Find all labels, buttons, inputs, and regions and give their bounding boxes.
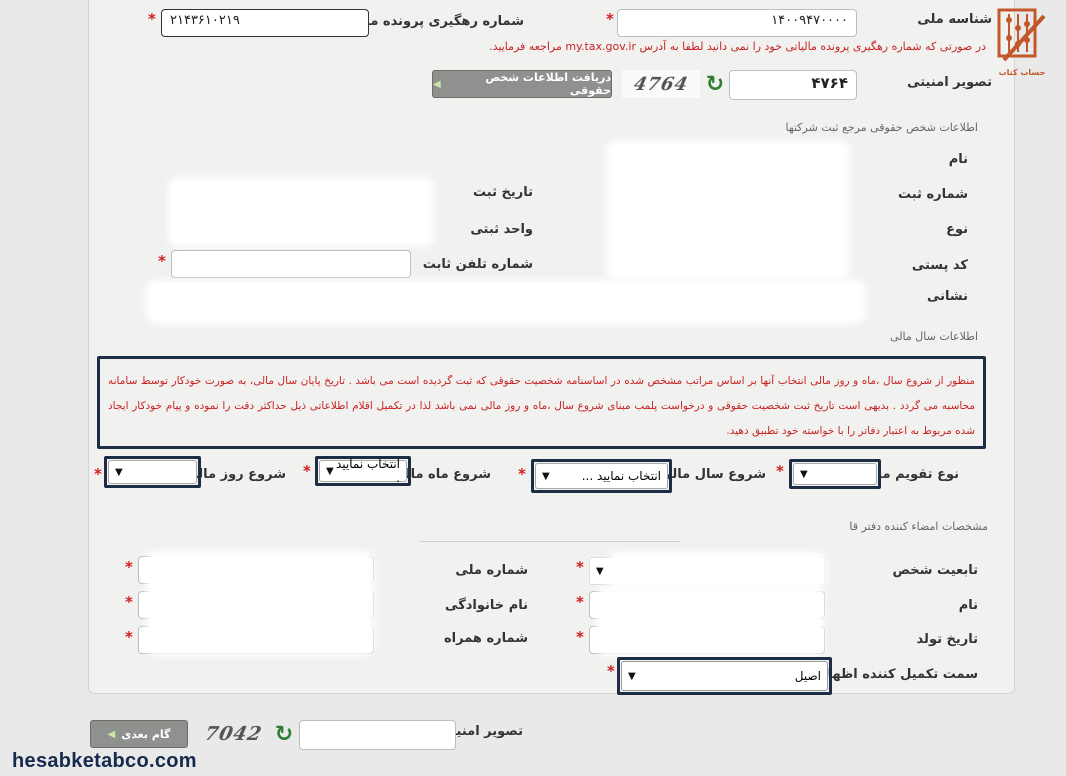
captcha-input[interactable]: ۴۷۶۴ — [729, 70, 857, 100]
national-id-field[interactable]: ۱۴۰۰۹۴۷۰۰۰۰ — [617, 9, 857, 37]
required-star: * — [125, 593, 133, 611]
fiscal-notice: منظور از شروع سال ،ماه و روز مالی انتخاب… — [97, 356, 986, 449]
signer-redacted — [600, 590, 820, 652]
legal-info-redacted — [610, 145, 846, 275]
national-id-label: شناسه ملی — [917, 12, 992, 27]
chevron-down-icon: ▼ — [115, 466, 123, 478]
first-name-label: نام — [958, 598, 978, 613]
required-star: * — [94, 465, 102, 483]
last-name-label: نام خانوادگی — [445, 598, 528, 613]
site-watermark: hesabketabco.com — [12, 750, 197, 772]
required-star: * — [148, 10, 156, 28]
chevron-down-icon: ▼ — [800, 468, 808, 480]
required-star: * — [576, 628, 584, 646]
chevron-down-icon: ▼ — [542, 470, 550, 482]
phone-label: شماره تلفن ثابت — [422, 257, 533, 272]
role-select[interactable]: اصیل ▼ — [621, 661, 828, 691]
required-star: * — [606, 10, 614, 28]
chevron-down-icon: ▼ — [326, 465, 334, 477]
required-star: * — [607, 662, 615, 680]
chevron-down-icon: ▼ — [628, 670, 636, 682]
required-star: * — [518, 465, 526, 483]
required-star: * — [125, 558, 133, 576]
captcha-image: 4764 — [622, 70, 700, 98]
arrow-left-icon: ◀ — [107, 728, 116, 740]
birth-date-label: تاریخ تولد — [916, 632, 978, 647]
phone-field[interactable] — [171, 250, 411, 278]
legal-info-title: اطلاعات شخص حقوقی مرجع ثبت شرکتها — [785, 121, 978, 134]
legal-info-redacted-2 — [172, 181, 430, 243]
required-star: * — [576, 593, 584, 611]
captcha-label: تصویر امنیتی — [907, 75, 992, 90]
reg-unit-label: واحد ثبتی — [470, 222, 533, 237]
start-year-label: شروع سال مالی — [659, 467, 766, 482]
divider — [420, 541, 680, 542]
address-redacted — [150, 284, 862, 320]
national-code-label: شماره ملی — [455, 563, 528, 578]
start-year-select[interactable]: انتخاب نمایید ... ▼ — [535, 463, 668, 489]
calendar-type-select[interactable]: ▼ — [793, 463, 877, 485]
start-month-select[interactable]: انتخاب نمایید . ▼ — [319, 457, 407, 485]
abacus-logo-icon — [997, 8, 1046, 62]
reg-number-label: شماره ثبت — [897, 187, 968, 202]
fiscal-title: اطلاعات سال مالی — [890, 330, 978, 343]
start-day-select[interactable]: ▼ — [108, 460, 197, 484]
address-label: نشانی — [926, 289, 968, 304]
brand-logo: حساب کتاب — [996, 6, 1048, 78]
signer-title: مشخصات امضاء کننده دفتر قا — [849, 520, 988, 533]
signer-redacted-2 — [150, 555, 370, 652]
fetch-legal-info-button[interactable]: دریافت اطلاعات شخص حقوقی ◀ — [432, 70, 612, 98]
tax-notice: در صورتی که شماره رهگیری پرونده مالیاتی … — [489, 40, 986, 53]
type-label: نوع — [946, 222, 968, 237]
postal-code-label: کد پستی — [911, 258, 968, 273]
footer-captcha-image: 7042 — [202, 723, 264, 745]
refresh-icon[interactable]: ↻ — [272, 722, 296, 747]
tax-tracking-field[interactable]: ۲۱۴۳۶۱۰۲۱۹ — [161, 9, 369, 37]
nationality-redacted — [612, 556, 822, 586]
mobile-label: شماره همراه — [443, 631, 528, 646]
footer-captcha-input[interactable] — [299, 720, 456, 750]
refresh-icon[interactable]: ↻ — [703, 72, 727, 97]
reg-date-label: تاریخ ثبت — [473, 185, 533, 200]
company-name-label: نام — [948, 152, 968, 167]
required-star: * — [776, 462, 784, 480]
required-star: * — [158, 252, 166, 270]
nationality-label: تابعیت شخص — [892, 563, 978, 578]
arrow-left-icon: ◀ — [433, 78, 441, 90]
required-star: * — [576, 558, 584, 576]
chevron-down-icon: ▼ — [596, 565, 604, 577]
required-star: * — [303, 462, 311, 480]
next-step-button[interactable]: گام بعدی ◀ — [90, 720, 188, 748]
required-star: * — [125, 628, 133, 646]
